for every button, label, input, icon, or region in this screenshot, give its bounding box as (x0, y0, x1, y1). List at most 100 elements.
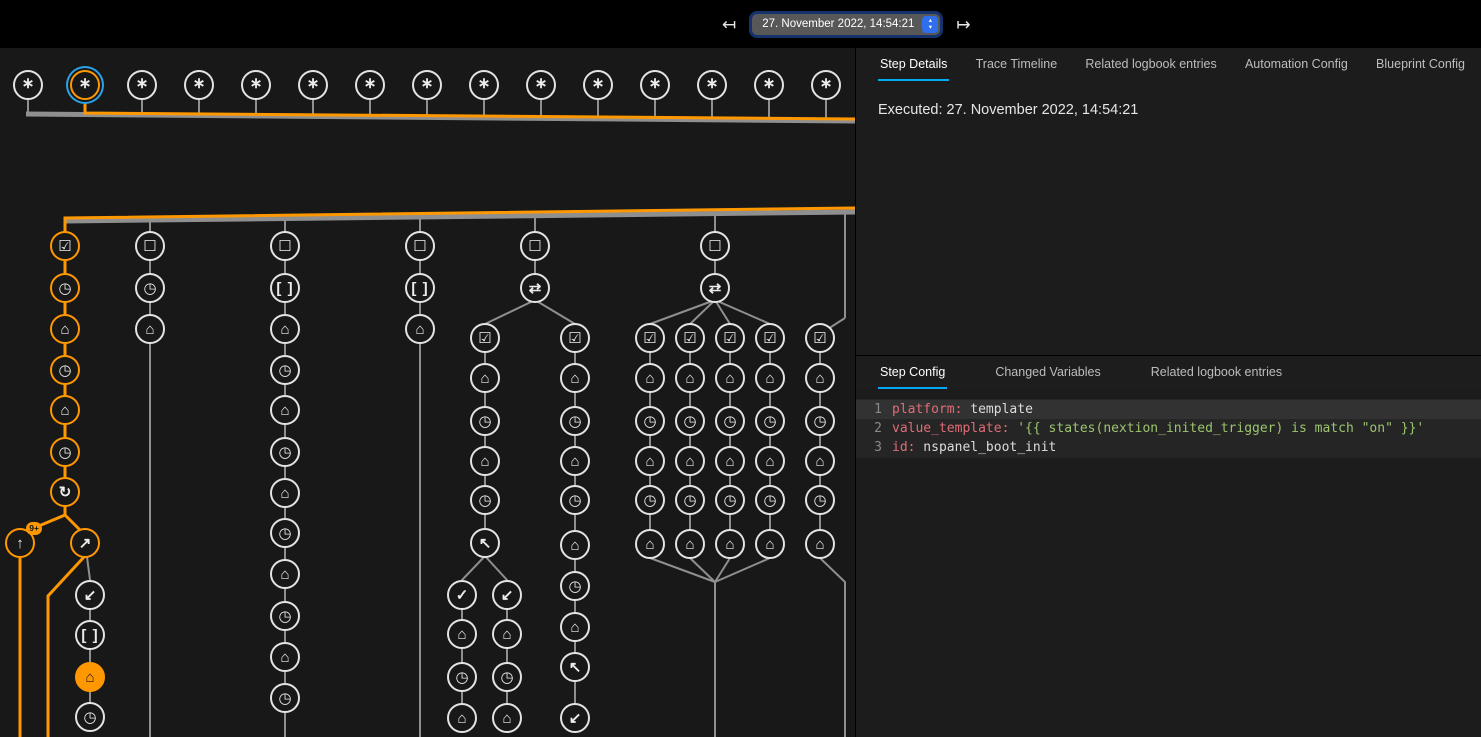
node-arrow-up-right[interactable]: ↗ (70, 528, 100, 558)
node-timer[interactable]: ◷ (635, 406, 665, 436)
node-timer[interactable]: ◷ (715, 406, 745, 436)
node-service[interactable]: ⌂ (635, 529, 665, 559)
node-asterisk[interactable]: ∗ (355, 70, 385, 100)
node-timer[interactable]: ◷ (270, 437, 300, 467)
node-checkbox[interactable]: ☑ (560, 323, 590, 353)
node-checkbox[interactable]: ☑ (635, 323, 665, 353)
node-service[interactable]: ⌂ (675, 446, 705, 476)
node-asterisk[interactable]: ∗ (13, 70, 43, 100)
node-timer[interactable]: ◷ (675, 406, 705, 436)
node-service[interactable]: ⌂ (805, 363, 835, 393)
node-arrow-up-left[interactable]: ↖ (560, 652, 590, 682)
tab-step-details[interactable]: Step Details (878, 48, 949, 81)
node-checkbox[interactable]: ☑ (755, 323, 785, 353)
node-service[interactable]: ⌂ (50, 395, 80, 425)
node-asterisk[interactable]: ∗ (811, 70, 841, 100)
node-repeat[interactable]: ↻ (50, 477, 80, 507)
tab-automation-config[interactable]: Automation Config (1243, 48, 1350, 81)
node-service[interactable]: ⌂ (135, 314, 165, 344)
node-timer[interactable]: ◷ (135, 273, 165, 303)
node-service[interactable]: ⌂ (50, 314, 80, 344)
node-checkbox[interactable]: ☑ (470, 323, 500, 353)
node-asterisk[interactable]: ∗ (469, 70, 499, 100)
node-timer[interactable]: ◷ (560, 406, 590, 436)
node-square[interactable]: ☐ (700, 231, 730, 261)
node-service[interactable]: ⌂ (270, 478, 300, 508)
node-timer[interactable]: ◷ (50, 355, 80, 385)
node-service[interactable]: ⌂ (470, 446, 500, 476)
node-service[interactable]: ⌂ (675, 363, 705, 393)
node-service[interactable]: ⌂ (405, 314, 435, 344)
node-asterisk[interactable]: ∗ (640, 70, 670, 100)
node-service[interactable]: ⌂ (492, 703, 522, 733)
node-checkbox[interactable]: ☑ (50, 231, 80, 261)
node-service[interactable]: ⌂ (675, 529, 705, 559)
node-service[interactable]: ⌂ (715, 363, 745, 393)
node-service[interactable]: ⌂ (270, 559, 300, 589)
node-service[interactable]: ⌂ (75, 662, 105, 692)
node-parallel[interactable]: ⇄ (520, 273, 550, 303)
node-asterisk[interactable]: ∗ (70, 70, 100, 100)
node-service[interactable]: ⌂ (560, 530, 590, 560)
node-arrow-down-left[interactable]: ↙ (560, 703, 590, 733)
node-service[interactable]: ⌂ (447, 619, 477, 649)
next-run-icon[interactable]: ↦ (956, 16, 970, 33)
node-service[interactable]: ⌂ (560, 612, 590, 642)
node-timer[interactable]: ◷ (270, 683, 300, 713)
tab-blueprint-config[interactable]: Blueprint Config (1374, 48, 1467, 81)
node-timer[interactable]: ◷ (635, 485, 665, 515)
tab-related-logbook-entries[interactable]: Related logbook entries (1083, 48, 1218, 81)
node-arrow-up-left[interactable]: ↖ (470, 528, 500, 558)
node-asterisk[interactable]: ∗ (754, 70, 784, 100)
node-timer[interactable]: ◷ (270, 601, 300, 631)
node-service[interactable]: ⌂ (270, 642, 300, 672)
node-service[interactable]: ⌂ (755, 363, 785, 393)
node-timer[interactable]: ◷ (755, 406, 785, 436)
previous-run-icon[interactable]: ↤ (722, 16, 736, 33)
node-timer[interactable]: ◷ (560, 485, 590, 515)
tab-trace-timeline[interactable]: Trace Timeline (974, 48, 1060, 81)
node-checkbox[interactable]: ☑ (805, 323, 835, 353)
node-service[interactable]: ⌂ (447, 703, 477, 733)
node-timer[interactable]: ◷ (75, 702, 105, 732)
node-checkbox[interactable]: ☑ (675, 323, 705, 353)
node-service[interactable]: ⌂ (270, 314, 300, 344)
node-check[interactable]: ✓ (447, 580, 477, 610)
node-timer[interactable]: ◷ (675, 485, 705, 515)
node-timer[interactable]: ◷ (270, 518, 300, 548)
node-parallel[interactable]: ⇄ (700, 273, 730, 303)
node-service[interactable]: ⌂ (805, 529, 835, 559)
node-timer[interactable]: ◷ (715, 485, 745, 515)
node-asterisk[interactable]: ∗ (697, 70, 727, 100)
node-square[interactable]: ☐ (405, 231, 435, 261)
node-service[interactable]: ⌂ (635, 363, 665, 393)
node-asterisk[interactable]: ∗ (127, 70, 157, 100)
node-service[interactable]: ⌂ (755, 529, 785, 559)
node-service[interactable]: ⌂ (715, 446, 745, 476)
node-timer[interactable]: ◷ (492, 662, 522, 692)
node-service[interactable]: ⌂ (635, 446, 665, 476)
node-timer[interactable]: ◷ (560, 571, 590, 601)
node-service[interactable]: ⌂ (560, 363, 590, 393)
node-brackets[interactable]: [ ] (405, 273, 435, 303)
node-arrow-down-left[interactable]: ↙ (75, 580, 105, 610)
node-timer[interactable]: ◷ (805, 406, 835, 436)
node-service[interactable]: ⌂ (755, 446, 785, 476)
node-timer[interactable]: ◷ (470, 485, 500, 515)
node-service[interactable]: ⌂ (560, 446, 590, 476)
node-arrow-down-left[interactable]: ↙ (492, 580, 522, 610)
node-service[interactable]: ⌂ (270, 395, 300, 425)
tab-step-config[interactable]: Step Config (878, 356, 947, 389)
node-asterisk[interactable]: ∗ (184, 70, 214, 100)
node-service[interactable]: ⌂ (715, 529, 745, 559)
node-asterisk[interactable]: ∗ (583, 70, 613, 100)
node-checkbox[interactable]: ☑ (715, 323, 745, 353)
node-square[interactable]: ☐ (135, 231, 165, 261)
node-timer[interactable]: ◷ (50, 273, 80, 303)
node-timer[interactable]: ◷ (270, 355, 300, 385)
node-asterisk[interactable]: ∗ (412, 70, 442, 100)
run-timestamp-select[interactable]: 27. November 2022, 14:54:21 ▴ ▾ (752, 14, 940, 35)
tab-related-logbook-entries[interactable]: Related logbook entries (1149, 356, 1284, 389)
node-asterisk[interactable]: ∗ (298, 70, 328, 100)
node-timer[interactable]: ◷ (805, 485, 835, 515)
